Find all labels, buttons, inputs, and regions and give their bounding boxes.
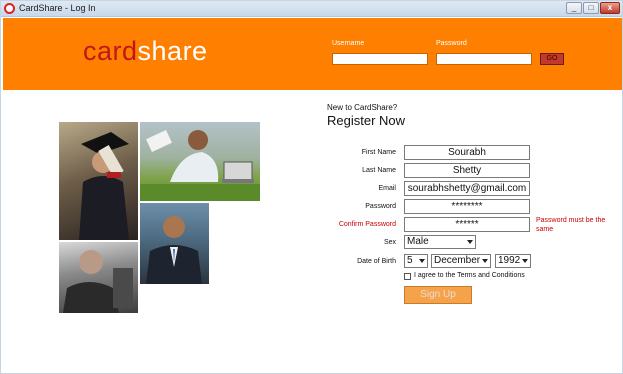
sex-select[interactable]: Male (404, 235, 476, 249)
dob-year-select[interactable]: 1992 (495, 254, 531, 268)
email-label: Email (378, 185, 396, 192)
password-field-label: Password (365, 203, 396, 210)
dob-day-value: 5 (407, 255, 413, 266)
photo-graduate (59, 122, 138, 240)
logo-text-share: share (137, 36, 208, 66)
terms-checkbox[interactable] (404, 273, 411, 280)
cardshare-logo: cardshare (83, 36, 208, 67)
password-label: Password (436, 40, 467, 47)
dob-day-select[interactable]: 5 (404, 254, 428, 268)
date-of-birth-label: Date of Birth (357, 258, 396, 265)
last-name-label: Last Name (362, 167, 396, 174)
photo-elder-man (59, 242, 138, 313)
terms-label: I agree to the Terms and Conditions (414, 272, 525, 279)
close-button[interactable]: x (600, 2, 620, 14)
app-icon (4, 3, 15, 14)
title-bar[interactable]: CardShare - Log In _ □ x (1, 1, 622, 17)
chevron-down-icon (467, 240, 473, 244)
password-mismatch-error: Password must be the same (536, 217, 606, 233)
sex-select-value: Male (407, 236, 429, 247)
graduate-figure (79, 132, 129, 240)
dob-year-value: 1992 (498, 255, 521, 266)
chevron-down-icon (482, 259, 488, 263)
dob-month-select[interactable]: December (431, 254, 491, 268)
chevron-down-icon (419, 259, 425, 263)
new-to-cardshare-text: New to CardShare? (327, 103, 398, 112)
username-input[interactable] (332, 53, 428, 65)
window-title: CardShare - Log In (19, 3, 96, 13)
photo-businessman (140, 203, 209, 284)
go-button[interactable]: GO (540, 53, 564, 65)
minimize-button[interactable]: _ (566, 2, 582, 14)
first-name-input[interactable]: Sourabh (404, 145, 530, 160)
app-window: CardShare - Log In _ □ x cardshare Usern… (0, 0, 623, 374)
student-laptop-figure (140, 130, 260, 201)
businessman-figure (146, 216, 202, 284)
confirm-password-label: Confirm Password (338, 221, 396, 228)
username-label: Username (332, 40, 365, 47)
register-now-heading: Register Now (327, 113, 406, 128)
photo-student-laptop (140, 122, 260, 201)
maximize-button[interactable]: □ (583, 2, 599, 14)
email-input[interactable]: sourabhshetty@gmail.com (404, 181, 530, 196)
confirm-password-input[interactable]: ****** (404, 217, 530, 232)
last-name-input[interactable]: Shetty (404, 163, 530, 178)
elder-man-figure (63, 250, 133, 313)
chevron-down-icon (522, 259, 528, 263)
first-name-label: First Name (361, 149, 396, 156)
header-bar: cardshare Username Password GO (3, 18, 622, 90)
password-input[interactable] (436, 53, 532, 65)
logo-text-card: card (83, 36, 138, 66)
dob-month-value: December (434, 255, 481, 266)
password-field-input[interactable]: ******** (404, 199, 530, 214)
sign-up-button[interactable]: Sign Up (404, 286, 472, 304)
sex-label: Sex (383, 239, 396, 246)
